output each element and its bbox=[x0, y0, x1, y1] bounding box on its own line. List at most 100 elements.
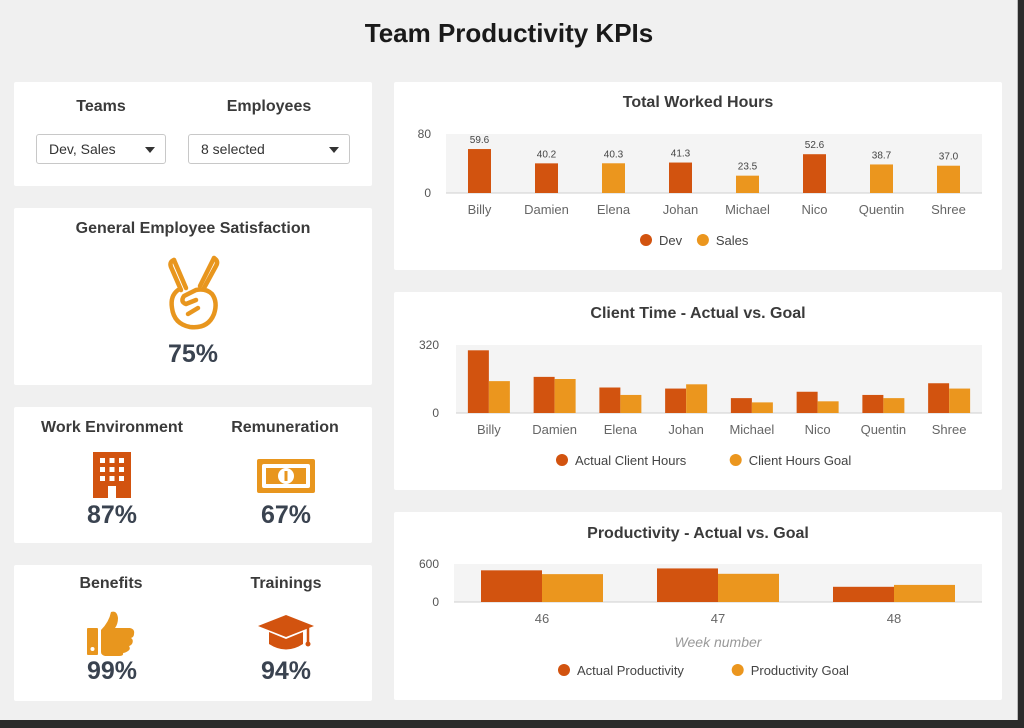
bar-productivity-goal bbox=[894, 584, 955, 602]
bar-client-hours-goal bbox=[949, 388, 971, 413]
bar-productivity-goal bbox=[542, 574, 603, 602]
x-tick-label: Elena bbox=[604, 422, 638, 437]
benefits-trainings-card: Benefits Trainings 99% 94% bbox=[14, 565, 372, 701]
remuneration-value: 67% bbox=[260, 501, 312, 529]
legend-swatch bbox=[696, 234, 709, 246]
bar-actual-client-hours bbox=[796, 391, 818, 413]
legend-label: Actual Productivity bbox=[577, 663, 684, 678]
satisfaction-card: General Employee Satisfaction 75% bbox=[14, 208, 372, 385]
bar-client-hours-goal bbox=[488, 381, 510, 413]
bar-client-hours-goal bbox=[554, 379, 576, 413]
x-tick-label: 48 bbox=[887, 611, 901, 626]
client-time-card: Client Time - Actual vs. Goal 320 0 Billy D… bbox=[394, 292, 1002, 490]
bar-actual-client-hours bbox=[467, 350, 489, 413]
worked-hours-card: Total Worked Hours 80 0 Billy 59.6 Damien 40.… bbox=[394, 82, 1002, 270]
y-tick-label: 0 bbox=[424, 186, 431, 200]
y-tick-label: 320 bbox=[419, 338, 439, 352]
bar-client-hours-goal bbox=[686, 384, 708, 413]
bar-actual-productivity bbox=[481, 570, 542, 602]
data-label: 23.5 bbox=[738, 162, 758, 173]
bar-actual-client-hours bbox=[928, 383, 950, 413]
bar-client-hours-goal bbox=[883, 398, 905, 413]
x-tick-label: Johan bbox=[663, 202, 698, 217]
teams-dropdown[interactable]: Dev, Sales bbox=[36, 134, 166, 164]
employees-label: Employees bbox=[226, 98, 312, 115]
bar-sales bbox=[870, 164, 893, 193]
bar-actual-client-hours bbox=[599, 387, 621, 413]
y-tick-label: 600 bbox=[419, 557, 439, 571]
x-tick-label: Nico bbox=[801, 202, 827, 217]
chevron-down-icon bbox=[329, 147, 339, 153]
bar-dev bbox=[669, 162, 692, 193]
plot-area bbox=[446, 134, 982, 193]
banknote-icon bbox=[257, 459, 315, 493]
work-environment-value: 87% bbox=[86, 501, 138, 529]
x-tick-label: Quentin bbox=[859, 202, 905, 217]
x-tick-label: 47 bbox=[711, 611, 725, 626]
trainings-value: 94% bbox=[260, 657, 312, 685]
x-axis-label: Week number bbox=[675, 634, 763, 650]
chevron-down-icon bbox=[145, 147, 155, 153]
work-environment-label: Work Environment bbox=[41, 419, 183, 436]
dashboard-frame: Team Productivity KPIs Teams Employees D… bbox=[0, 0, 1018, 720]
building-icon bbox=[93, 452, 131, 498]
satisfaction-value: 75% bbox=[167, 340, 219, 368]
x-tick-label: Elena bbox=[597, 202, 631, 217]
x-tick-label: Michael bbox=[725, 202, 770, 217]
thumbs-up-icon bbox=[87, 611, 135, 656]
x-tick-label: Shree bbox=[932, 422, 967, 437]
data-label: 52.6 bbox=[805, 140, 825, 151]
x-tick-label: Billy bbox=[468, 202, 492, 217]
remuneration-label: Remuneration bbox=[231, 419, 339, 436]
data-label: 37.0 bbox=[939, 152, 959, 163]
x-tick-label: Johan bbox=[668, 422, 703, 437]
legend-label: Actual Client Hours bbox=[575, 453, 687, 468]
y-tick-label: 0 bbox=[432, 406, 439, 420]
x-tick-label: 46 bbox=[535, 611, 549, 626]
y-tick-label: 80 bbox=[418, 127, 432, 141]
x-tick-label: Damien bbox=[532, 422, 577, 437]
bar-client-hours-goal bbox=[751, 402, 773, 413]
data-label: 40.3 bbox=[604, 149, 624, 160]
legend-label: Dev bbox=[659, 233, 683, 248]
employees-dropdown[interactable]: 8 selected bbox=[188, 134, 350, 164]
client-time-chart: 320 0 Billy Damien Elena Johan Michael Nico Quen… bbox=[419, 338, 982, 468]
bar-client-hours-goal bbox=[620, 394, 642, 413]
bar-sales bbox=[937, 165, 960, 193]
bar-productivity-goal bbox=[718, 573, 779, 602]
legend-swatch bbox=[556, 454, 568, 466]
filters-card: Teams Employees Dev, Sales 8 selected bbox=[14, 82, 372, 186]
data-label: 59.6 bbox=[470, 135, 490, 146]
benefits-value: 99% bbox=[86, 657, 138, 685]
x-tick-label: Billy bbox=[477, 422, 501, 437]
x-tick-label: Quentin bbox=[861, 422, 907, 437]
x-tick-label: Michael bbox=[729, 422, 774, 437]
y-tick-label: 0 bbox=[432, 595, 439, 609]
bar-sales bbox=[602, 163, 625, 193]
legend-swatch bbox=[558, 664, 570, 676]
taskbar-strip bbox=[0, 720, 1024, 728]
peace-hand-icon bbox=[168, 255, 220, 330]
data-label: 40.2 bbox=[537, 149, 557, 160]
legend-label: Productivity Goal bbox=[751, 663, 849, 678]
employees-dropdown-value: 8 selected bbox=[201, 141, 265, 157]
worked-hours-chart: 80 0 Billy 59.6 Damien 40.2 Elena 40.3 Johan 41.3… bbox=[418, 127, 982, 248]
graduation-cap-icon bbox=[258, 615, 314, 650]
legend-label: Client Hours Goal bbox=[749, 453, 852, 468]
legend-swatch bbox=[729, 454, 742, 466]
data-label: 38.7 bbox=[872, 150, 892, 161]
data-label: 41.3 bbox=[671, 149, 691, 160]
bar-actual-client-hours bbox=[665, 388, 687, 413]
bar-sales bbox=[736, 175, 759, 193]
x-tick-label: Nico bbox=[805, 422, 831, 437]
bar-actual-client-hours bbox=[730, 398, 752, 413]
teams-label: Teams bbox=[76, 98, 126, 115]
benefits-label: Benefits bbox=[79, 575, 143, 592]
productivity-card: Productivity - Actual vs. Goal 600 0 46 47 4… bbox=[394, 512, 1002, 700]
x-tick-label: Shree bbox=[931, 202, 966, 217]
bar-actual-productivity bbox=[833, 586, 894, 602]
bar-actual-productivity bbox=[657, 568, 718, 602]
bar-dev bbox=[468, 149, 491, 193]
legend-swatch bbox=[640, 234, 652, 246]
teams-dropdown-value: Dev, Sales bbox=[49, 141, 116, 157]
